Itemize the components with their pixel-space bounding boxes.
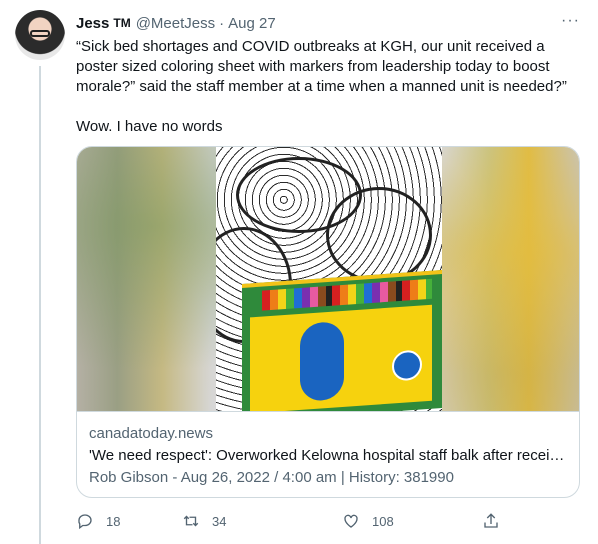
tweet-text-line: Wow. I have no words (76, 118, 223, 135)
card-domain: canadatoday.news (89, 425, 213, 442)
header-separator: · (219, 14, 225, 32)
retweet-count: 34 (212, 513, 227, 529)
tweet-actions: 18 34 108 (76, 512, 516, 534)
brand-logo (300, 320, 344, 402)
share-button[interactable] (482, 512, 512, 530)
tweet-header: Jess TM @MeetJess · Aug 27 (76, 12, 578, 34)
card-meta[interactable]: canadatoday.news 'We need respect': Over… (77, 411, 579, 497)
like-button[interactable]: 108 (342, 512, 394, 530)
card-image[interactable] (77, 147, 579, 411)
card-description: Rob Gibson - Aug 26, 2022 / 4:00 am | Hi… (89, 469, 454, 486)
coloring-swirl (326, 187, 432, 283)
marker-box (242, 270, 442, 411)
card-title: 'We need respect': Overworked Kelowna ho… (89, 447, 567, 464)
tweet-date[interactable]: Aug 27 (228, 15, 276, 32)
heart-icon (344, 514, 358, 528)
retweet-button[interactable]: 34 (182, 512, 226, 530)
author-avatar[interactable] (15, 10, 65, 60)
reply-icon (78, 514, 92, 530)
link-card[interactable]: canadatoday.news 'We need respect': Over… (76, 146, 580, 498)
retweet-icon (183, 515, 199, 527)
avatar-glasses (30, 30, 50, 37)
more-options-button[interactable]: ··· (561, 12, 580, 30)
reply-count: 18 (106, 513, 121, 529)
author-handle[interactable]: @MeetJess (136, 15, 215, 32)
like-count: 108 (372, 513, 394, 529)
coloring-sheet-photo (216, 147, 442, 411)
share-icon (484, 513, 498, 528)
tweet-text-line: “Sick bed shortages and COVID outbreaks … (76, 38, 567, 95)
thread-line (39, 66, 41, 544)
tweet-text: “Sick bed shortages and COVID outbreaks … (76, 37, 586, 137)
reply-button[interactable]: 18 (76, 512, 120, 530)
author-name-suffix[interactable]: TM (113, 16, 130, 30)
author-name[interactable]: Jess (76, 15, 109, 32)
